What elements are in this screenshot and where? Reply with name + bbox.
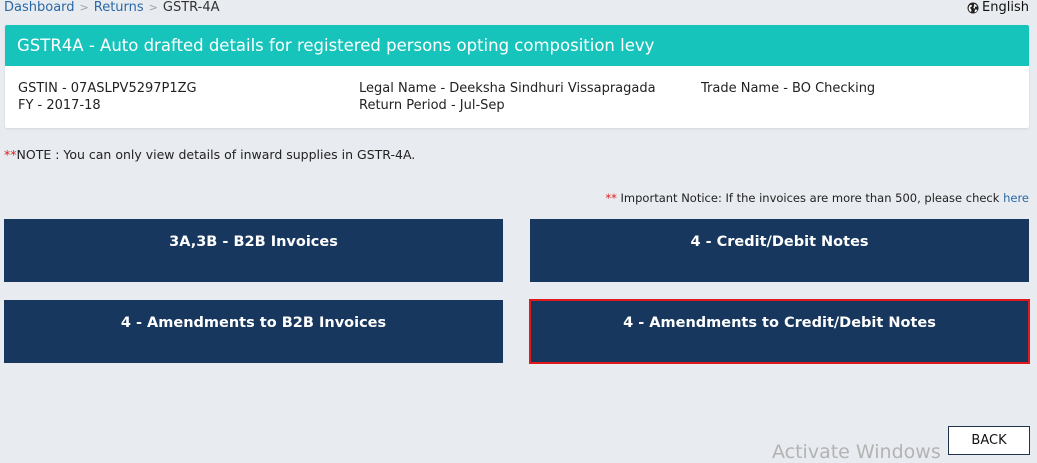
tile-label: 4 - Credit/Debit Notes [690,234,869,250]
fy-text: FY - 2017-18 [18,98,101,113]
tile-label: 4 - Amendments to B2B Invoices [120,315,387,331]
breadcrumb-separator: > [79,1,89,14]
notice-asterisks: ** [605,191,617,205]
notice-text: Important Notice: If the invoices are mo… [620,191,1000,205]
breadcrumb-separator: > [148,1,158,14]
breadcrumb-current: GSTR-4A [162,0,220,15]
tile-label: 3A,3B - B2B Invoices [169,234,338,250]
note-text: NOTE : You can only view details of inwa… [16,147,416,162]
trade-name-text: Trade Name - BO Checking [701,81,876,96]
activate-windows-watermark: Activate Windows [772,441,941,463]
back-button[interactable]: BACK [948,426,1030,455]
amendments-b2b-invoices-tile[interactable]: 4 - Amendments to B2B Invoices [4,300,503,363]
gstin-text: GSTIN - 07ASLPV5297P1ZG [18,81,197,96]
credit-debit-notes-tile[interactable]: 4 - Credit/Debit Notes [530,219,1029,282]
breadcrumb-returns-link[interactable]: Returns [94,0,144,16]
language-selector[interactable]: English [967,0,1029,16]
note-asterisks: ** [4,147,17,162]
b2b-invoices-tile[interactable]: 3A,3B - B2B Invoices [4,219,503,282]
tile-label: 4 - Amendments to Credit/Debit Notes [623,315,936,331]
notice-here-link[interactable]: here [1003,191,1029,205]
globe-icon [967,2,979,14]
taxpayer-info: GSTIN - 07ASLPV5297P1ZG FY - 2017-18 Leg… [5,66,1029,128]
language-label: English [982,0,1029,15]
breadcrumb-dashboard-link[interactable]: Dashboard [4,0,75,16]
page-title: GSTR4A - Auto drafted details for regist… [5,25,1029,66]
inward-supplies-note: **NOTE : You can only view details of in… [4,147,415,162]
return-period-text: Return Period - Jul-Sep [359,98,505,113]
important-notice: ** Important Notice: If the invoices are… [605,191,1029,205]
return-header-card: GSTR4A - Auto drafted details for regist… [5,25,1029,128]
legal-name-text: Legal Name - Deeksha Sindhuri Vissapraga… [359,81,656,96]
breadcrumb: Dashboard > Returns > GSTR-4A [4,0,220,16]
amendments-credit-debit-notes-tile[interactable]: 4 - Amendments to Credit/Debit Notes [529,299,1030,364]
